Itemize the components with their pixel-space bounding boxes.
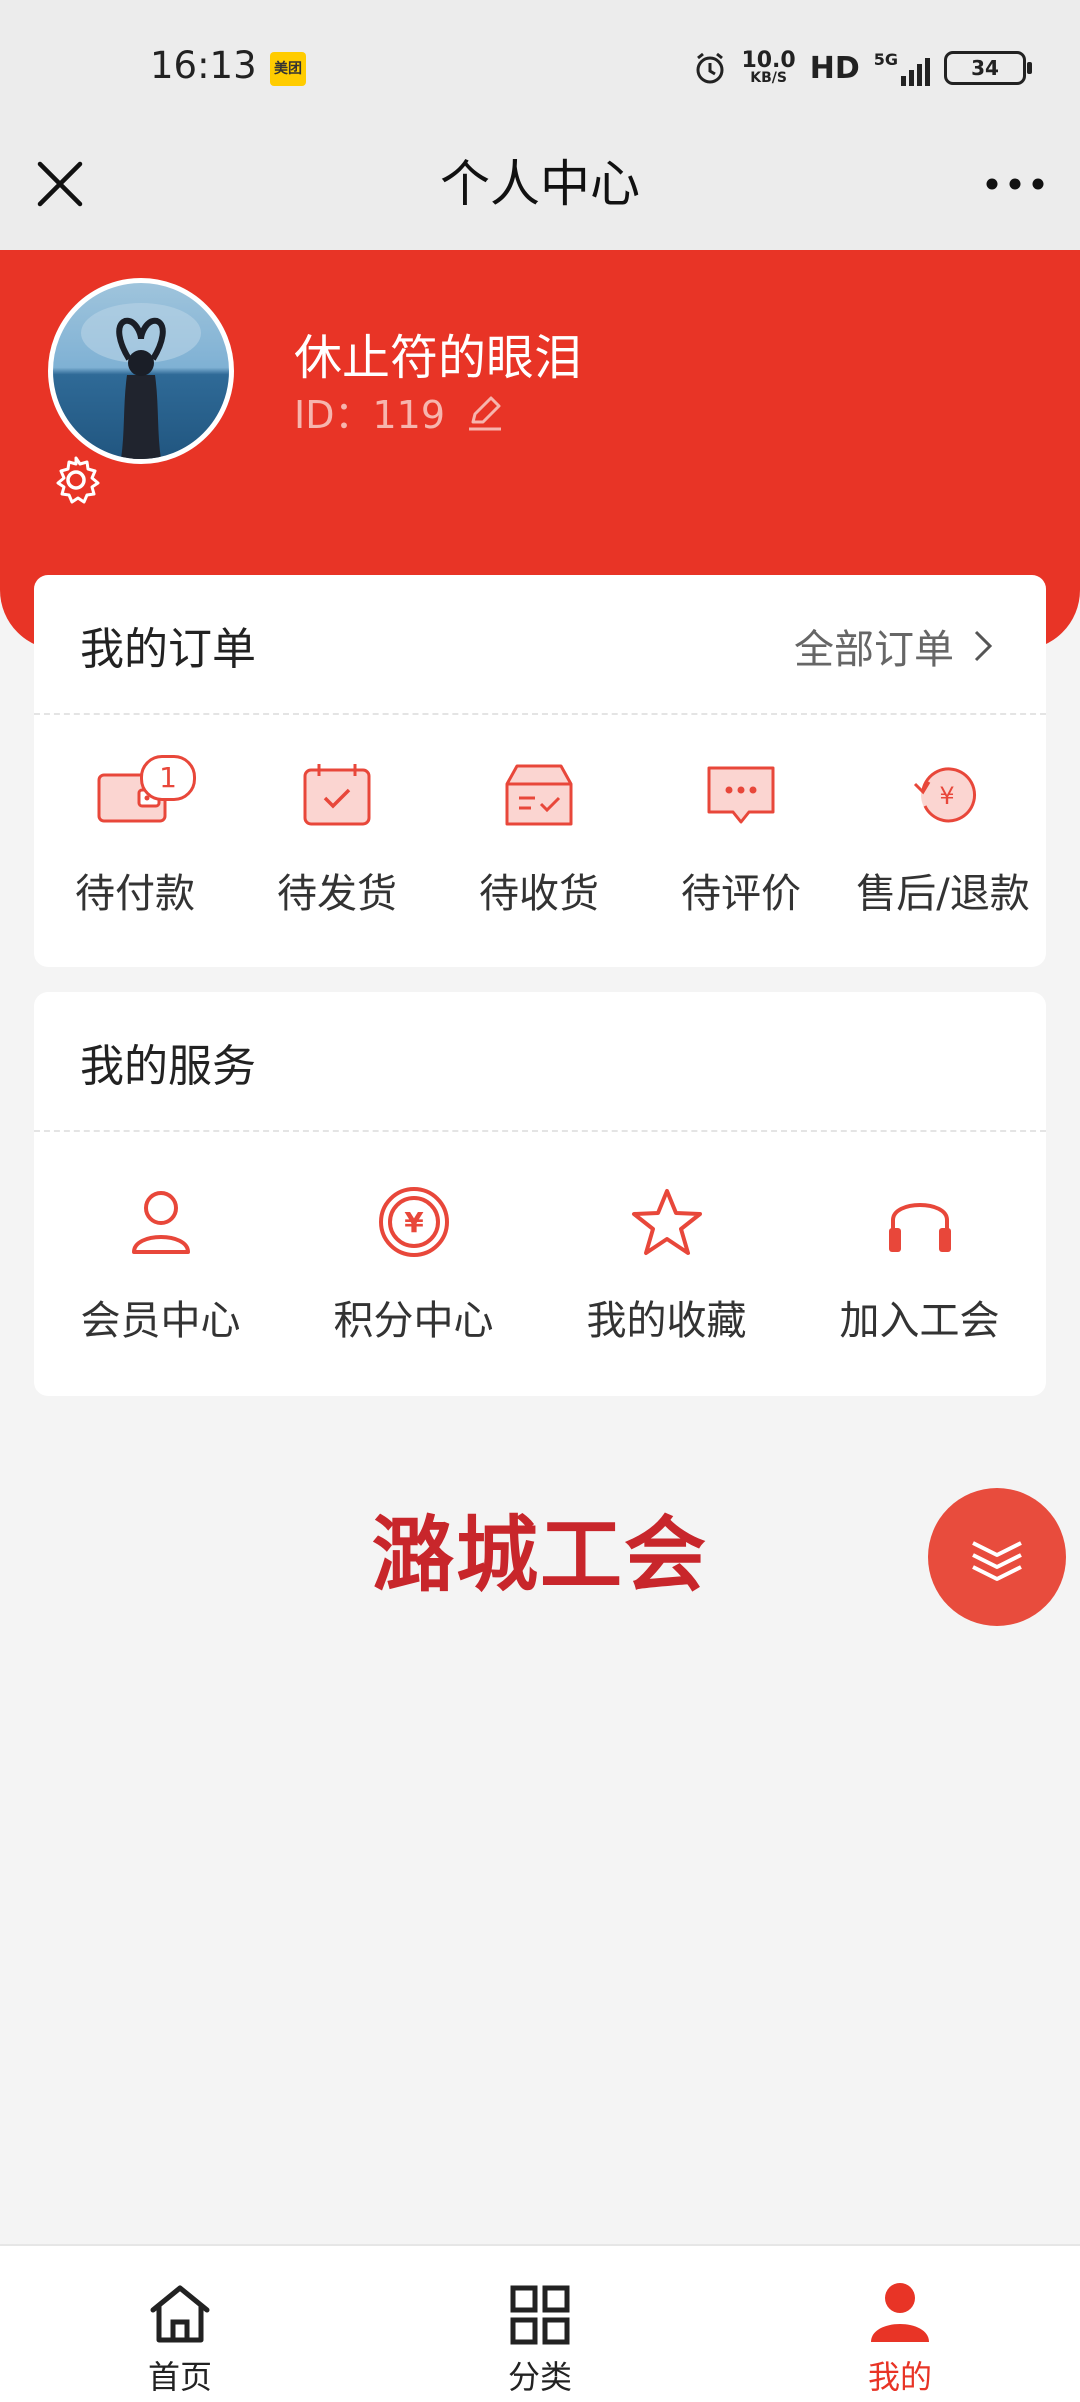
service-member-center[interactable]: 会员中心 bbox=[34, 1172, 287, 1346]
service-favorites[interactable]: 我的收藏 bbox=[540, 1172, 793, 1346]
all-orders-label: 全部订单 bbox=[794, 627, 954, 673]
order-label: 待收货 bbox=[479, 871, 599, 917]
more-icon[interactable] bbox=[980, 154, 1050, 214]
profile-icon bbox=[871, 2283, 929, 2342]
star-icon bbox=[631, 1189, 702, 1255]
username: 休止符的眼泪 bbox=[294, 330, 583, 386]
signal-icon: 5G bbox=[874, 50, 930, 86]
svg-text:¥: ¥ bbox=[404, 1206, 424, 1239]
refund-icon: ¥ bbox=[913, 767, 977, 823]
all-orders-link[interactable]: 全部订单 bbox=[794, 617, 994, 675]
hd-indicator: HD bbox=[809, 50, 860, 86]
order-to-review[interactable]: 待评价 bbox=[640, 739, 842, 919]
service-label: 积分中心 bbox=[333, 1298, 494, 1344]
service-label: 我的收藏 bbox=[586, 1298, 747, 1344]
tab-category[interactable]: 分类 bbox=[360, 2246, 720, 2402]
avatar[interactable] bbox=[48, 278, 234, 464]
order-refund[interactable]: ¥ 售后/退款 bbox=[842, 739, 1044, 919]
order-to-receive[interactable]: 待收货 bbox=[438, 739, 640, 919]
gear-icon[interactable] bbox=[48, 452, 104, 508]
tab-label: 分类 bbox=[507, 2358, 572, 2396]
tab-mine[interactable]: 我的 bbox=[720, 2246, 1080, 2402]
chevron-right-icon bbox=[974, 630, 993, 662]
orders-card: 我的订单 全部订单 1 待付款 待发货 待收货 待评价 ¥ 售后/退款 bbox=[34, 575, 1046, 967]
status-bar: 16:13 美团 10.0 KB/S HD 5G 34 bbox=[0, 0, 1080, 134]
avatar-image bbox=[81, 303, 201, 459]
app-notification-badge: 美团 bbox=[270, 52, 306, 86]
service-label: 会员中心 bbox=[80, 1298, 241, 1344]
order-status-row: 1 待付款 待发货 待收货 待评价 ¥ 售后/退款 bbox=[34, 715, 1046, 919]
status-time: 16:13 bbox=[150, 44, 257, 87]
points-icon: ¥ bbox=[378, 1187, 449, 1257]
page-title: 个人中心 bbox=[440, 155, 640, 213]
network-type: 5G bbox=[873, 50, 898, 69]
order-label: 待付款 bbox=[75, 871, 195, 917]
home-icon bbox=[150, 2285, 210, 2343]
floating-menu-button[interactable] bbox=[928, 1488, 1066, 1626]
brand-logo-text: 潞城工会 bbox=[371, 1507, 708, 1603]
calendar-check-icon bbox=[303, 764, 371, 826]
headset-icon bbox=[888, 1203, 951, 1252]
services-card: 我的服务 会员中心 ¥ 积分中心 我的收藏 加入工会 bbox=[34, 992, 1046, 1396]
speed-unit: KB/S bbox=[750, 70, 787, 86]
orders-title: 我的订单 bbox=[80, 624, 256, 675]
tab-home[interactable]: 首页 bbox=[0, 2246, 360, 2402]
order-badge: 1 bbox=[140, 755, 196, 801]
tab-label: 首页 bbox=[147, 2358, 212, 2396]
order-pending-payment[interactable]: 1 待付款 bbox=[34, 739, 236, 919]
order-label: 售后/退款 bbox=[856, 871, 1030, 917]
box-icon bbox=[505, 764, 573, 826]
nav-bar: 个人中心 bbox=[0, 134, 1080, 250]
services-title: 我的服务 bbox=[80, 1041, 256, 1092]
battery-icon: 34 bbox=[944, 51, 1032, 85]
layers-icon bbox=[972, 1541, 1022, 1581]
status-icons: 10.0 KB/S HD 5G 34 bbox=[693, 46, 1032, 90]
service-join-union[interactable]: 加入工会 bbox=[793, 1172, 1046, 1346]
network-speed: 10.0 KB/S bbox=[741, 50, 795, 86]
tab-label: 我的 bbox=[867, 2358, 932, 2396]
service-points-center[interactable]: ¥ 积分中心 bbox=[287, 1172, 540, 1346]
service-label: 加入工会 bbox=[839, 1298, 1000, 1344]
grid-icon bbox=[510, 2285, 570, 2345]
user-id: ID：119 bbox=[294, 393, 445, 437]
user-id-row: ID：119 bbox=[294, 384, 505, 439]
user-icon bbox=[131, 1191, 190, 1254]
comment-icon bbox=[707, 766, 775, 824]
services-header: 我的服务 bbox=[34, 992, 1046, 1132]
alarm-icon bbox=[696, 52, 724, 84]
order-label: 待评价 bbox=[681, 871, 801, 917]
svg-text:¥: ¥ bbox=[939, 782, 954, 810]
tab-bar: 首页 分类 我的 bbox=[0, 2244, 1080, 2402]
edit-icon[interactable] bbox=[465, 392, 505, 432]
order-to-ship[interactable]: 待发货 bbox=[236, 739, 438, 919]
order-label: 待发货 bbox=[277, 871, 397, 917]
services-row: 会员中心 ¥ 积分中心 我的收藏 加入工会 bbox=[34, 1132, 1046, 1346]
orders-header: 我的订单 全部订单 bbox=[34, 575, 1046, 715]
